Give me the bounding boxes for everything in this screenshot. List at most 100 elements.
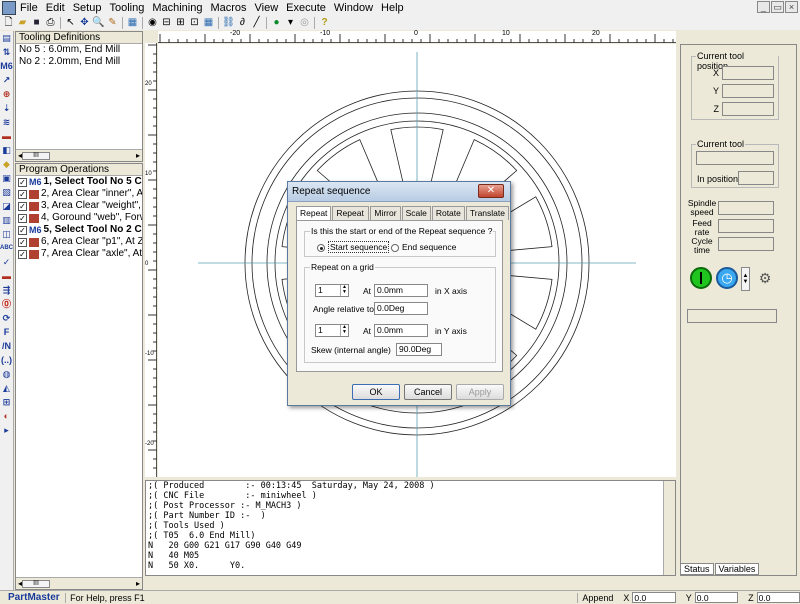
tab-scale[interactable]: Scale — [401, 206, 431, 220]
tool-text-icon[interactable]: ▥ — [0, 213, 13, 227]
tool-face-icon[interactable]: ◆ — [0, 157, 13, 171]
operation-item[interactable]: ✓ 2, Area Clear "inner", At Z 1.5m — [16, 188, 142, 200]
tab-variables[interactable]: Variables — [714, 563, 760, 575]
tool-exit-icon[interactable]: ▸ — [0, 423, 13, 437]
dropdown-icon[interactable]: ▾ — [284, 17, 297, 29]
go-button[interactable] — [690, 267, 712, 289]
end-sequence-option[interactable]: End sequence — [391, 242, 456, 252]
pointer-icon[interactable]: ↖ — [64, 17, 77, 29]
start-sequence-radio[interactable] — [317, 243, 325, 252]
restore-icon[interactable]: ▭ — [771, 1, 784, 13]
menu-window[interactable]: Window — [330, 2, 377, 14]
tool-cycle-icon[interactable]: ⟳ — [0, 311, 13, 325]
minimize-icon[interactable]: _ — [757, 1, 770, 13]
app-icon[interactable] — [2, 1, 16, 15]
operation-item[interactable]: ✓ 6, Area Clear "p1", At Z 3.0mm — [16, 236, 142, 248]
chain-icon[interactable]: ∂ — [236, 17, 249, 29]
menu-machining[interactable]: Machining — [148, 2, 206, 14]
tool-end-icon[interactable]: ◐ — [0, 409, 13, 423]
menu-view[interactable]: View — [251, 2, 283, 14]
tab-mirror[interactable]: Mirror — [370, 206, 401, 220]
dialog-close-button[interactable]: ✕ — [478, 184, 504, 198]
tool-area-icon[interactable]: ▣ — [0, 171, 13, 185]
tool-drill-icon[interactable]: ↗ — [0, 73, 13, 87]
tool-halt-icon[interactable]: ⓪ — [0, 297, 13, 311]
tool-depth-icon[interactable]: ⇣ — [0, 101, 13, 115]
operation-item[interactable]: ✓ 3, Area Clear "weight", At Z 1.5 — [16, 200, 142, 212]
scroll-thumb[interactable]: III — [22, 579, 51, 588]
tab-repeat-arc[interactable]: Repeat - Arc — [332, 206, 370, 229]
spin-arrows-icon[interactable]: ▲ ▼ — [340, 325, 348, 336]
tool-target-icon[interactable]: ⊕ — [0, 87, 13, 101]
clock-button[interactable]: ◷ — [716, 267, 738, 289]
tool-engrave-icon[interactable]: ▧ — [0, 185, 13, 199]
operation-checkbox[interactable]: ✓ — [18, 249, 27, 259]
operation-checkbox[interactable]: ✓ — [18, 237, 27, 247]
y-spacing-input[interactable]: 0.0mm — [374, 324, 428, 337]
code-vscroll[interactable] — [663, 481, 675, 575]
machine-button[interactable]: ⚙ — [753, 267, 777, 289]
go-icon[interactable]: ● — [270, 17, 283, 29]
pencil-icon[interactable]: ✎ — [106, 17, 119, 29]
speed-spinner[interactable]: ▲ ▼ — [741, 267, 750, 291]
grid-icon[interactable]: ▦ — [126, 17, 139, 29]
tab-rotate[interactable]: Rotate — [431, 206, 465, 220]
close-icon[interactable]: × — [785, 1, 798, 13]
dialog-title-bar[interactable]: Repeat sequence ✕ — [288, 182, 510, 202]
tool-repeat-icon[interactable]: ◍ — [0, 367, 13, 381]
x-count-spinner[interactable]: 1 ▲ ▼ — [315, 284, 349, 297]
operation-item[interactable]: ✓ 7, Area Clear "axle", At Z 3.0mm — [16, 248, 142, 260]
spin-down-icon[interactable]: ▼ — [743, 279, 749, 285]
nc-code-view[interactable]: ;( Produced :- 00:13:45 Saturday, May 24… — [145, 480, 676, 576]
spin-arrows-icon[interactable]: ▲ ▼ — [340, 285, 348, 296]
tool-m6-icon[interactable]: M6 — [0, 59, 13, 73]
operation-checkbox[interactable]: ✓ — [18, 213, 27, 223]
tool-pocket-icon[interactable]: ▬ — [0, 129, 13, 143]
x-spacing-input[interactable]: 0.0mm — [374, 284, 428, 297]
help-icon[interactable]: ? — [318, 17, 331, 29]
view-front-icon[interactable]: ⊟ — [160, 17, 173, 29]
tool-abc-icon[interactable]: ABC — [0, 241, 13, 255]
menu-edit[interactable]: Edit — [42, 2, 69, 14]
eye-icon[interactable]: ◉ — [146, 17, 159, 29]
y-count-spinner[interactable]: 1 ▲ ▼ — [315, 324, 349, 337]
operation-item[interactable]: ✓M61, Select Tool No 5 CRC 5 TL( — [16, 176, 142, 188]
move-icon[interactable]: ✥ — [78, 17, 91, 29]
tool-f-icon[interactable]: F — [0, 325, 13, 339]
start-sequence-option[interactable]: Start sequence — [317, 241, 390, 253]
tool-slot-icon[interactable]: ◫ — [0, 227, 13, 241]
stop-icon[interactable]: ◎ — [298, 17, 311, 29]
tool-spiral-icon[interactable]: ≋ — [0, 115, 13, 129]
ok-button[interactable]: OK — [352, 384, 400, 400]
view-iso-icon[interactable]: ▦ — [202, 17, 215, 29]
view-top-icon[interactable]: ⊡ — [188, 17, 201, 29]
operation-checkbox[interactable]: ✓ — [18, 201, 27, 211]
tool-doc-icon[interactable]: ▤ — [0, 31, 13, 45]
open-folder-icon[interactable]: ▰ — [16, 17, 29, 29]
link-icon[interactable]: ⛓ — [222, 17, 235, 29]
scroll-right-icon[interactable]: ▸ — [136, 151, 140, 160]
menu-setup[interactable]: Setup — [69, 2, 106, 14]
tool-array-icon[interactable]: ⊞ — [0, 395, 13, 409]
save-icon[interactable]: ■ — [30, 17, 43, 29]
menu-help[interactable]: Help — [377, 2, 408, 14]
operation-checkbox[interactable]: ✓ — [18, 177, 27, 187]
operation-item[interactable]: ✓M65, Select Tool No 2 CRC 2 TL( — [16, 224, 142, 236]
menu-macros[interactable]: Macros — [206, 2, 250, 14]
tool-setup-icon[interactable]: ⇅ — [0, 45, 13, 59]
menu-tooling[interactable]: Tooling — [105, 2, 148, 14]
tool-step-icon[interactable]: ⇶ — [0, 283, 13, 297]
operation-checkbox[interactable]: ✓ — [18, 189, 27, 199]
tab-translate[interactable]: Translate — [465, 206, 509, 220]
angle-input[interactable]: 0.0Deg — [374, 302, 428, 315]
tab-repeat[interactable]: Repeat — [296, 206, 332, 221]
apply-button[interactable]: Apply — [456, 384, 504, 400]
tool-check-icon[interactable]: ✓ — [0, 255, 13, 269]
tool-mirror-icon[interactable]: ◭ — [0, 381, 13, 395]
scroll-thumb[interactable]: III — [22, 151, 51, 160]
menu-execute[interactable]: Execute — [282, 2, 330, 14]
skew-input[interactable]: 90.0Deg — [396, 343, 442, 356]
tab-status[interactable]: Status — [680, 563, 714, 575]
tool-n-icon[interactable]: /N — [0, 339, 13, 353]
tooling-hscroll[interactable]: ◂ III ▸ — [16, 149, 142, 161]
